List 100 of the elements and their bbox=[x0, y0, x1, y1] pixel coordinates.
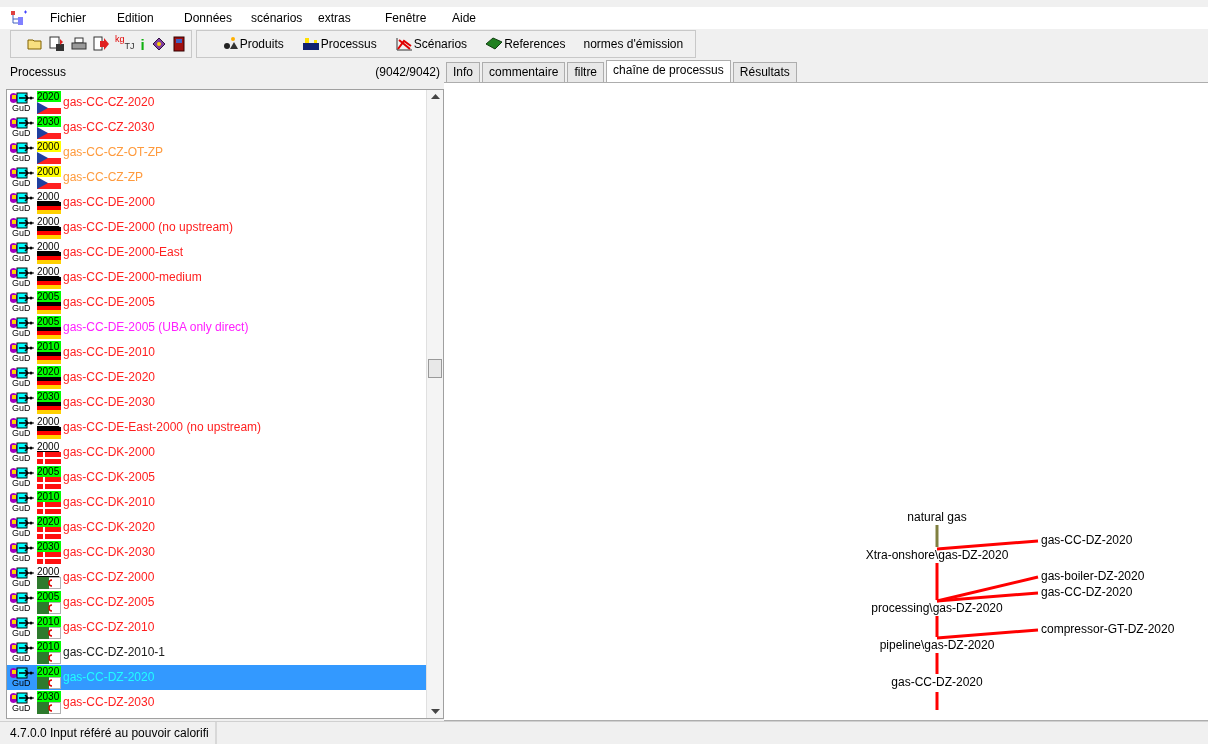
process-name: gas-CC-CZ-OT-ZP bbox=[63, 146, 163, 158]
menu-item[interactable]: Données bbox=[184, 11, 251, 25]
process-name: gas-CC-DZ-2020 bbox=[63, 671, 155, 683]
toolbar-button[interactable]: Produits bbox=[216, 37, 290, 51]
process-type-label: GuD bbox=[12, 704, 32, 713]
tab[interactable]: chaîne de processus bbox=[606, 60, 731, 82]
process-name: gas-CC-DZ-2030 bbox=[63, 696, 155, 708]
process-icon bbox=[9, 242, 35, 254]
process-type-label: GuD bbox=[12, 354, 32, 363]
year-label: 2030 bbox=[37, 116, 61, 127]
export-icon[interactable] bbox=[93, 36, 109, 52]
menu-item[interactable]: extras bbox=[318, 11, 385, 25]
menu-item[interactable]: Fichier bbox=[50, 11, 117, 25]
process-type-label: GuD bbox=[12, 229, 32, 238]
process-name: gas-CC-DE-2010 bbox=[63, 346, 156, 358]
process-name: gas-CC-DE-2000 (no upstream) bbox=[63, 221, 234, 233]
flag-icon bbox=[37, 677, 61, 689]
save-icon[interactable] bbox=[49, 36, 65, 52]
process-name: gas-CC-DE-2030 bbox=[63, 396, 156, 408]
process-name: gas-CC-DE-2000-East bbox=[63, 246, 184, 258]
factory-icon bbox=[301, 37, 320, 51]
process-type-label: GuD bbox=[12, 604, 32, 613]
year-label: 2010 bbox=[37, 491, 61, 502]
scroll-up-icon[interactable] bbox=[430, 94, 440, 100]
toolbar-button[interactable]: Processus bbox=[295, 37, 383, 51]
process-name: gas-CC-DK-2030 bbox=[63, 546, 156, 558]
flag-icon bbox=[37, 202, 61, 214]
chain-node-label[interactable]: gas-CC-DZ-2020 bbox=[891, 675, 983, 689]
process-name: gas-CC-DZ-2010 bbox=[63, 621, 155, 633]
process-icon bbox=[9, 392, 35, 404]
process-name: gas-CC-DE-2020 bbox=[63, 371, 156, 383]
process-type-label: GuD bbox=[12, 479, 32, 488]
year-label: 2000 bbox=[37, 266, 61, 277]
flag-icon bbox=[37, 652, 61, 664]
year-label: 2000 bbox=[37, 216, 61, 227]
chain-branch-label[interactable]: gas-boiler-DZ-2020 bbox=[1041, 569, 1145, 583]
folder-icon[interactable] bbox=[27, 37, 43, 51]
process-name: gas-CC-DZ-2000 bbox=[63, 571, 155, 583]
chain-node-label[interactable]: Xtra-onshore\gas-DZ-2020 bbox=[865, 548, 1009, 562]
toolbar-button[interactable]: Scénarios bbox=[388, 37, 474, 51]
unit-button[interactable]: kg TJ bbox=[115, 35, 135, 53]
year-label: 2005 bbox=[37, 316, 61, 327]
year-label: 2020 bbox=[37, 516, 61, 527]
process-type-label: GuD bbox=[12, 404, 32, 413]
toolbar-button[interactable]: References bbox=[479, 37, 572, 51]
chain-branch-label[interactable]: gas-CC-DZ-2020 bbox=[1041, 585, 1133, 599]
year-label: 2005 bbox=[37, 591, 61, 602]
process-icon bbox=[9, 117, 35, 129]
toolbar-button[interactable]: normes d'émission bbox=[577, 37, 690, 51]
scrollbar[interactable] bbox=[426, 90, 443, 718]
door-icon[interactable] bbox=[172, 36, 185, 52]
process-type-label: GuD bbox=[12, 579, 32, 588]
chain-branch-label[interactable]: compressor-GT-DZ-2020 bbox=[1041, 622, 1175, 636]
tab[interactable]: Résultats bbox=[732, 62, 797, 82]
flag-icon bbox=[37, 152, 61, 164]
chain-node-label[interactable]: processing\gas-DZ-2020 bbox=[871, 601, 1003, 615]
menu-item[interactable]: Edition bbox=[117, 11, 184, 25]
flag-icon bbox=[37, 352, 61, 364]
process-icon bbox=[9, 142, 35, 154]
year-label: 2005 bbox=[37, 291, 61, 302]
process-name: gas-CC-DE-2005 (UBA only direct) bbox=[63, 321, 249, 333]
menu-item[interactable]: Aide bbox=[452, 11, 519, 25]
menu-item[interactable]: scénarios bbox=[251, 11, 318, 25]
scroll-down-icon[interactable] bbox=[430, 708, 440, 714]
flag-icon bbox=[37, 602, 61, 614]
process-row[interactable]: GuD 2020 gas-CC-DZ-2020 bbox=[7, 665, 426, 690]
flag-icon bbox=[37, 552, 61, 564]
status-text: 4.7.0.0 Input référé au pouvoir calorifi bbox=[0, 722, 217, 744]
year-label: 2030 bbox=[37, 391, 61, 402]
printer-icon[interactable] bbox=[71, 37, 87, 51]
menu-item[interactable]: Fenêtre bbox=[385, 11, 452, 25]
year-label: 2000 bbox=[37, 166, 61, 177]
year-label: 2000 bbox=[37, 416, 61, 427]
process-type-label: GuD bbox=[12, 554, 32, 563]
chain-link bbox=[935, 616, 939, 637]
process-icon bbox=[9, 542, 35, 554]
tab[interactable]: filtre bbox=[567, 62, 605, 82]
process-type-label: GuD bbox=[12, 504, 32, 513]
process-type-label: GuD bbox=[12, 529, 32, 538]
process-icon bbox=[9, 642, 35, 654]
scroll-thumb[interactable] bbox=[428, 359, 442, 378]
panel-title: Processus bbox=[10, 65, 67, 79]
tab[interactable]: commentaire bbox=[482, 62, 566, 82]
process-name: gas-CC-DZ-2005 bbox=[63, 596, 155, 608]
chain-node-label[interactable]: pipeline\gas-DZ-2020 bbox=[879, 638, 995, 652]
process-type-label: GuD bbox=[12, 204, 32, 213]
year-label: 2000 bbox=[37, 241, 61, 252]
chain-node-label[interactable]: natural gas bbox=[907, 510, 967, 524]
flag-icon bbox=[37, 227, 61, 239]
process-type-label: GuD bbox=[12, 129, 32, 138]
process-type-label: GuD bbox=[12, 429, 32, 438]
year-label: 2005 bbox=[37, 466, 61, 477]
process-name: gas-CC-DK-2020 bbox=[63, 521, 156, 533]
flag-icon bbox=[37, 477, 61, 489]
tab[interactable]: Info bbox=[446, 62, 480, 82]
process-icon bbox=[9, 192, 35, 204]
chart-icon bbox=[394, 37, 413, 51]
year-label: 2020 bbox=[37, 91, 61, 102]
chain-branch-label[interactable]: gas-CC-DZ-2020 bbox=[1041, 533, 1133, 547]
process-type-label: GuD bbox=[12, 679, 32, 688]
